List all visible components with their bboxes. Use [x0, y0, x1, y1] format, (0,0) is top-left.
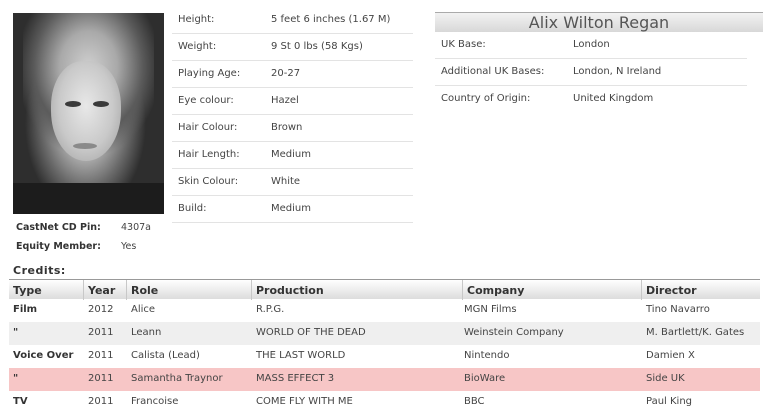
profile-photo — [13, 13, 164, 214]
credit-company: BioWare — [464, 373, 506, 384]
credit-production: THE LAST WORLD — [256, 350, 346, 361]
credit-company: Nintendo — [464, 350, 510, 361]
attribute-value: 5 feet 6 inches (1.67 M) — [271, 14, 391, 25]
bio-label: UK Base: — [441, 39, 486, 50]
credit-director: Paul King — [646, 396, 693, 407]
credit-role: Francoise — [131, 396, 179, 407]
attribute-row-build: Build: Medium — [172, 196, 413, 223]
attribute-row-eye-colour: Eye colour: Hazel — [172, 88, 413, 115]
credit-year: 2011 — [88, 373, 114, 384]
castnet-pin-value: 4307a — [121, 222, 151, 233]
credit-year: 2011 — [88, 327, 114, 338]
credit-row-highlighted[interactable]: " 2011 Samantha Traynor MASS EFFECT 3 Bi… — [9, 368, 760, 391]
credit-type: Film — [13, 304, 38, 315]
attribute-row-hair-colour: Hair Colour: Brown — [172, 115, 413, 142]
credit-company: Weinstein Company — [464, 327, 564, 338]
bio-label: Country of Origin: — [441, 93, 531, 104]
attribute-row-hair-length: Hair Length: Medium — [172, 142, 413, 169]
attribute-label: Weight: — [178, 41, 217, 52]
column-header-role[interactable]: Role — [126, 280, 251, 300]
bio-row-country: Country of Origin: United Kingdom — [435, 86, 747, 113]
credit-row[interactable]: TV 2011 Francoise COME FLY WITH ME BBC P… — [9, 391, 760, 414]
column-header-company[interactable]: Company — [462, 280, 641, 300]
credit-year: 2011 — [88, 350, 114, 361]
credit-type: " — [13, 327, 19, 338]
photo-shoulder — [13, 183, 164, 214]
column-header-director[interactable]: Director — [641, 280, 760, 300]
equity-label: Equity Member: — [16, 241, 101, 252]
photo-eye-left — [65, 101, 81, 107]
attribute-value: Medium — [271, 203, 311, 214]
column-header-type[interactable]: Type — [9, 280, 83, 300]
attribute-row-skin-colour: Skin Colour: White — [172, 169, 413, 196]
credit-director: M. Bartlett/K. Gates — [646, 327, 745, 338]
photo-mouth — [73, 143, 97, 149]
attribute-value: Medium — [271, 149, 311, 160]
attribute-value: 9 St 0 lbs (58 Kgs) — [271, 41, 363, 52]
equity-value: Yes — [121, 241, 137, 252]
credit-production: MASS EFFECT 3 — [256, 373, 335, 384]
attribute-row-playing-age: Playing Age: 20-27 — [172, 61, 413, 88]
credit-company: BBC — [464, 396, 485, 407]
credit-row[interactable]: Voice Over 2011 Calista (Lead) THE LAST … — [9, 345, 760, 368]
attribute-value: Brown — [271, 122, 303, 133]
credit-year: 2011 — [88, 396, 114, 407]
credit-type: Voice Over — [13, 350, 74, 361]
bio-row-additional-bases: Additional UK Bases: London, N Ireland — [435, 59, 747, 86]
bio-value: United Kingdom — [573, 93, 654, 104]
credit-year: 2012 — [88, 304, 114, 315]
credit-role: Calista (Lead) — [131, 350, 200, 361]
credits-title: Credits: — [13, 264, 66, 277]
attribute-value: Hazel — [271, 95, 299, 106]
credit-director: Side UK — [646, 373, 685, 384]
actor-name-header: Alix Wilton Regan — [435, 12, 763, 32]
credit-type: " — [13, 373, 19, 384]
credits-table-header: Type Year Role Production Company Direct… — [9, 279, 760, 300]
attribute-label: Hair Length: — [178, 149, 240, 160]
column-header-production[interactable]: Production — [251, 280, 462, 300]
credit-row[interactable]: " 2011 Leann WORLD OF THE DEAD Weinstein… — [9, 322, 760, 345]
bio-label: Additional UK Bases: — [441, 66, 545, 77]
bio-value: London — [573, 39, 610, 50]
credit-company: MGN Films — [464, 304, 517, 315]
attribute-label: Hair Colour: — [178, 122, 238, 133]
credit-production: R.P.G. — [256, 304, 285, 315]
credit-production: WORLD OF THE DEAD — [256, 327, 366, 338]
castnet-pin-label: CastNet CD Pin: — [16, 222, 101, 233]
attribute-label: Build: — [178, 203, 207, 214]
attribute-label: Height: — [178, 14, 215, 25]
credit-director: Tino Navarro — [646, 304, 710, 315]
attribute-value: 20-27 — [271, 68, 301, 79]
attribute-label: Skin Colour: — [178, 176, 239, 187]
photo-eye-right — [93, 101, 109, 107]
credit-row[interactable]: Film 2012 Alice R.P.G. MGN Films Tino Na… — [9, 299, 760, 322]
credit-type: TV — [13, 396, 28, 407]
attribute-label: Eye colour: — [178, 95, 234, 106]
column-header-year[interactable]: Year — [83, 280, 126, 300]
attribute-label: Playing Age: — [178, 68, 241, 79]
credit-role: Samantha Traynor — [131, 373, 223, 384]
credit-role: Alice — [131, 304, 156, 315]
bio-value: London, N Ireland — [573, 66, 662, 77]
bio-row-uk-base: UK Base: London — [435, 32, 747, 59]
attribute-value: White — [271, 176, 301, 187]
credit-production: COME FLY WITH ME — [256, 396, 353, 407]
attribute-row-height: Height: 5 feet 6 inches (1.67 M) — [172, 7, 413, 34]
attribute-row-weight: Weight: 9 St 0 lbs (58 Kgs) — [172, 34, 413, 61]
credit-role: Leann — [131, 327, 162, 338]
credit-director: Damien X — [646, 350, 695, 361]
